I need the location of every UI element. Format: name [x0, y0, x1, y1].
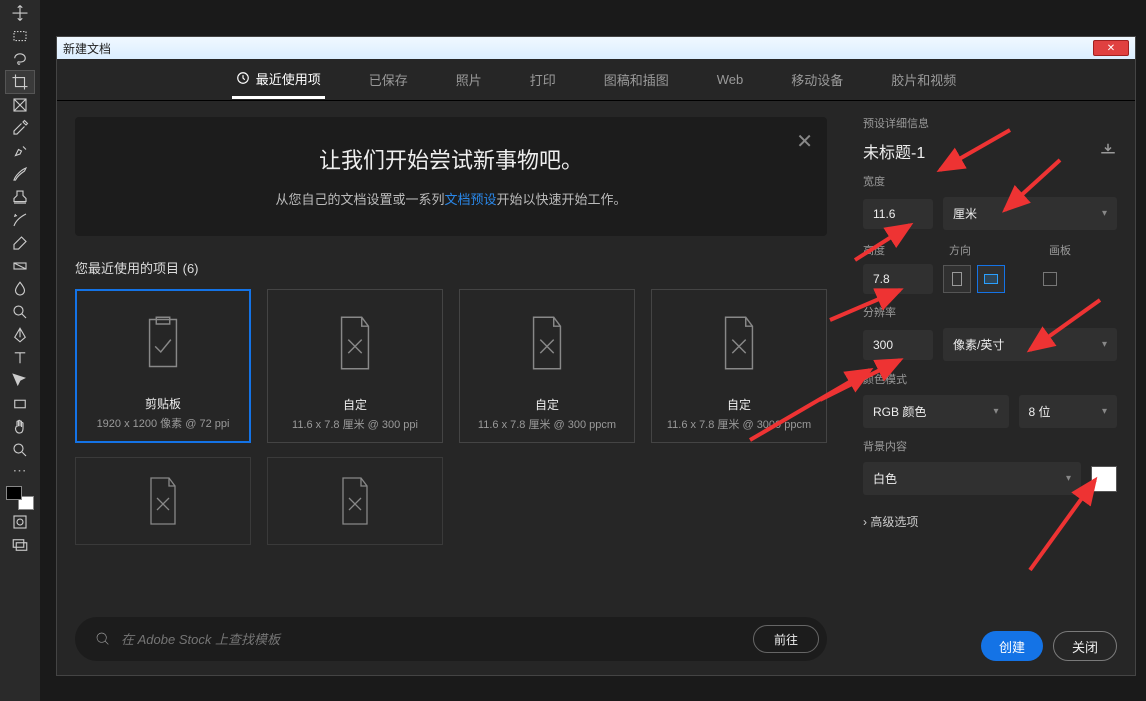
color-swatch[interactable]	[6, 486, 34, 510]
hero-desc: 从您自己的文档设置或一系列文档预设开始以快速开始工作。	[95, 189, 807, 208]
hero-banner: ✕ 让我们开始尝试新事物吧。 从您自己的文档设置或一系列文档预设开始以快速开始工…	[75, 117, 827, 236]
tool-pen[interactable]	[6, 324, 34, 346]
recent-section-label: 您最近使用的项目 (6)	[75, 258, 827, 277]
document-icon	[332, 290, 378, 396]
create-button[interactable]: 创建	[981, 631, 1043, 661]
save-preset-icon[interactable]	[1099, 142, 1117, 161]
tool-dodge[interactable]	[6, 301, 34, 323]
resolution-input[interactable]	[863, 330, 933, 360]
tool-move[interactable]	[6, 2, 34, 24]
width-input[interactable]	[863, 199, 933, 229]
bg-select[interactable]: 白色▾	[863, 462, 1081, 495]
orient-label: 方向	[949, 242, 1049, 258]
preset-card[interactable]: 自定 11.6 x 7.8 厘米 @ 3000 ppcm	[651, 289, 827, 443]
artboard-label: 画板	[1049, 242, 1071, 258]
tool-quick-mask[interactable]	[6, 511, 34, 533]
tool-stamp[interactable]	[6, 186, 34, 208]
search-bar: 前往	[75, 617, 827, 661]
height-label: 高度	[863, 242, 949, 258]
width-label: 宽度	[863, 173, 1117, 189]
dialog-title: 新建文档	[63, 40, 111, 57]
title-bar: 新建文档 ✕	[57, 37, 1135, 59]
preset-card[interactable]	[75, 457, 251, 545]
tool-type[interactable]	[6, 347, 34, 369]
tool-eraser[interactable]	[6, 232, 34, 254]
card-sub: 1920 x 1200 像素 @ 72 ppi	[97, 415, 230, 431]
unit-select[interactable]: 厘米▾	[943, 197, 1117, 230]
tool-crop[interactable]	[6, 71, 34, 93]
document-icon	[716, 290, 762, 396]
search-icon	[95, 631, 111, 647]
clipboard-icon	[140, 291, 186, 395]
tool-eyedropper[interactable]	[6, 117, 34, 139]
tool-marquee[interactable]	[6, 25, 34, 47]
ps-toolbar: ⋯	[0, 0, 40, 701]
card-sub: 11.6 x 7.8 厘米 @ 300 ppi	[292, 416, 418, 432]
tab-illustration[interactable]: 图稿和插图	[600, 62, 673, 97]
card-title: 自定	[343, 396, 367, 413]
cmode-label: 颜色模式	[863, 371, 1117, 387]
tool-shape[interactable]	[6, 393, 34, 415]
tab-mobile[interactable]: 移动设备	[787, 62, 847, 97]
search-go-button[interactable]: 前往	[753, 625, 819, 653]
height-input[interactable]	[863, 264, 933, 294]
tool-screen-mode[interactable]	[6, 534, 34, 556]
panel-info-label: 预设详细信息	[863, 115, 1117, 131]
preset-card[interactable]: 剪贴板 1920 x 1200 像素 @ 72 ppi	[75, 289, 251, 443]
tool-hand[interactable]	[6, 416, 34, 438]
window-close-button[interactable]: ✕	[1093, 40, 1129, 56]
category-tabs: 最近使用项 已保存 照片 打印 图稿和插图 Web 移动设备 胶片和视频	[57, 59, 1135, 101]
preset-details-panel: 预设详细信息 未标题-1 宽度 厘米▾ 高度 方向 画板	[845, 101, 1135, 675]
tab-photo[interactable]: 照片	[452, 62, 486, 97]
search-input[interactable]	[121, 632, 743, 647]
preset-grid: 剪贴板 1920 x 1200 像素 @ 72 ppi 自定 11.6 x 7.…	[75, 289, 827, 443]
tool-zoom[interactable]	[6, 439, 34, 461]
tab-film[interactable]: 胶片和视频	[887, 62, 960, 97]
document-icon	[524, 290, 570, 396]
res-unit-select[interactable]: 像素/英寸▾	[943, 328, 1117, 361]
tool-more[interactable]: ⋯	[13, 462, 28, 479]
tool-path[interactable]	[6, 370, 34, 392]
tab-label: 最近使用项	[256, 69, 321, 88]
card-title: 自定	[535, 396, 559, 413]
card-title: 自定	[727, 396, 751, 413]
tab-web[interactable]: Web	[713, 64, 748, 95]
preset-card[interactable]: 自定 11.6 x 7.8 厘米 @ 300 ppcm	[459, 289, 635, 443]
preset-card[interactable]: 自定 11.6 x 7.8 厘米 @ 300 ppi	[267, 289, 443, 443]
artboard-checkbox[interactable]	[1043, 272, 1057, 286]
tool-blur[interactable]	[6, 278, 34, 300]
advanced-toggle[interactable]: › 高级选项	[863, 513, 1117, 530]
tab-print[interactable]: 打印	[526, 62, 560, 97]
tab-recent[interactable]: 最近使用项	[232, 61, 325, 99]
tool-history-brush[interactable]	[6, 209, 34, 231]
res-label: 分辨率	[863, 304, 1117, 320]
color-mode-select[interactable]: RGB 颜色▾	[863, 395, 1009, 428]
close-button[interactable]: 关闭	[1053, 631, 1117, 661]
tool-gradient[interactable]	[6, 255, 34, 277]
bg-color-swatch[interactable]	[1091, 466, 1117, 492]
card-sub: 11.6 x 7.8 厘米 @ 300 ppcm	[478, 416, 616, 432]
hero-close-icon[interactable]: ✕	[796, 129, 813, 154]
card-sub: 11.6 x 7.8 厘米 @ 3000 ppcm	[667, 416, 811, 432]
tool-frame[interactable]	[6, 94, 34, 116]
tool-lasso[interactable]	[6, 48, 34, 70]
tool-brush[interactable]	[6, 163, 34, 185]
tab-saved[interactable]: 已保存	[365, 62, 412, 97]
hero-heading: 让我们开始尝试新事物吧。	[95, 143, 807, 175]
card-title: 剪贴板	[145, 395, 181, 412]
bg-label: 背景内容	[863, 438, 1117, 454]
doc-title[interactable]: 未标题-1	[863, 139, 925, 163]
tool-heal[interactable]	[6, 140, 34, 162]
new-document-dialog: 新建文档 ✕ 最近使用项 已保存 照片 打印 图稿和插图 Web 移动设备 胶片…	[56, 36, 1136, 676]
preset-card[interactable]	[267, 457, 443, 545]
orient-landscape[interactable]	[977, 265, 1005, 293]
orient-portrait[interactable]	[943, 265, 971, 293]
bit-depth-select[interactable]: 8 位▾	[1019, 395, 1117, 428]
hero-link[interactable]: 文档预设	[444, 192, 496, 207]
